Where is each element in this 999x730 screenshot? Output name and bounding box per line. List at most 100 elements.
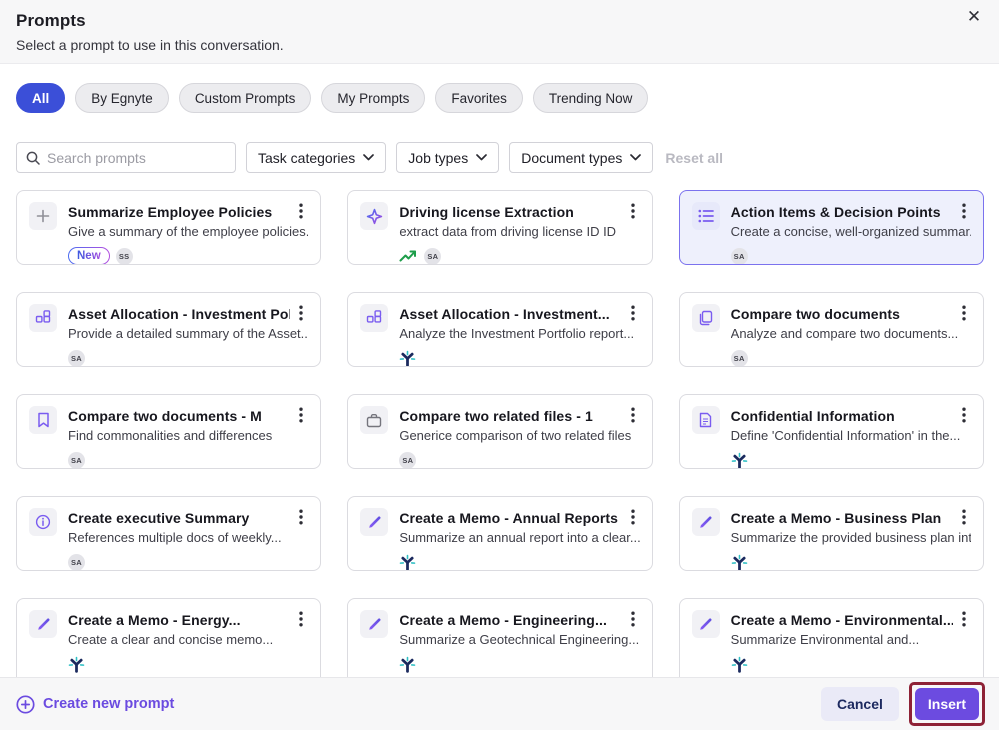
pencil-icon	[360, 610, 388, 638]
owner-initials-badge: SA	[731, 248, 748, 265]
info-icon	[29, 508, 57, 536]
kebab-menu-icon[interactable]	[294, 610, 308, 628]
egnyte-logo-icon	[731, 452, 748, 469]
reset-all-button[interactable]: Reset all	[665, 150, 723, 166]
prompt-description: Find commonalities and differences	[68, 428, 308, 443]
kebab-menu-icon[interactable]	[957, 406, 971, 424]
search-icon	[26, 151, 40, 165]
filter-pill-group: All By Egnyte Custom Prompts My Prompts Favo…	[16, 83, 983, 113]
chevron-down-icon	[363, 154, 374, 161]
prompt-badges: NewSS	[68, 247, 308, 265]
plus-icon	[29, 202, 57, 230]
prompt-card[interactable]: Create a Memo - Engineering... Summarize…	[347, 598, 652, 677]
action-highlight-box: Insert	[909, 682, 985, 726]
filter-pill-custom-prompts[interactable]: Custom Prompts	[179, 83, 312, 113]
prompt-card[interactable]: Driving license Extraction extract data …	[347, 190, 652, 265]
document-icon	[692, 406, 720, 434]
kebab-menu-icon[interactable]	[957, 304, 971, 322]
prompt-card[interactable]: Confidential Information Define 'Confide…	[679, 394, 984, 469]
prompt-badges	[731, 451, 971, 469]
prompt-card[interactable]: Create a Memo - Environmental... Summari…	[679, 598, 984, 677]
prompt-card[interactable]: Compare two related files - 1 Generice c…	[347, 394, 652, 469]
filter-pill-my-prompts[interactable]: My Prompts	[321, 83, 425, 113]
filter-pill-trending-now[interactable]: Trending Now	[533, 83, 649, 113]
filter-pill-favorites[interactable]: Favorites	[435, 83, 523, 113]
owner-initials-badge: SA	[68, 350, 85, 367]
job-types-dropdown[interactable]: Job types	[396, 142, 499, 173]
trending-up-icon	[399, 249, 418, 263]
modal-header: Prompts Select a prompt to use in this c…	[0, 0, 999, 64]
prompt-title: Create a Memo - Engineering...	[399, 610, 621, 628]
chevron-down-icon	[630, 154, 641, 161]
prompt-title: Compare two related files - 1	[399, 406, 621, 424]
prompt-card[interactable]: Summarize Employee Policies Give a summa…	[16, 190, 321, 265]
task-categories-dropdown[interactable]: Task categories	[246, 142, 386, 173]
prompt-description: Create a concise, well-organized summar.…	[731, 224, 971, 239]
kebab-menu-icon[interactable]	[294, 508, 308, 526]
page-title: Prompts	[16, 11, 983, 31]
kebab-menu-icon[interactable]	[294, 202, 308, 220]
prompt-badges: SA	[68, 349, 308, 367]
prompt-card[interactable]: Create executive Summary References mult…	[16, 496, 321, 571]
create-new-prompt-button[interactable]: Create new prompt	[16, 695, 174, 714]
prompt-title: Create a Memo - Environmental...	[731, 610, 953, 628]
new-badge: New	[68, 247, 110, 265]
prompt-title: Confidential Information	[731, 406, 953, 424]
prompt-badges: SA	[731, 247, 971, 265]
prompt-card[interactable]: Compare two documents Analyze and compar…	[679, 292, 984, 367]
chevron-down-icon	[476, 154, 487, 161]
filter-pill-by-egnyte[interactable]: By Egnyte	[75, 83, 169, 113]
prompt-card[interactable]: Compare two documents - M Find commonali…	[16, 394, 321, 469]
pencil-icon	[692, 508, 720, 536]
prompt-description: References multiple docs of weekly...	[68, 530, 308, 545]
prompt-card-grid: Summarize Employee Policies Give a summa…	[16, 190, 984, 677]
kebab-menu-icon[interactable]	[294, 406, 308, 424]
egnyte-logo-icon	[399, 656, 416, 673]
egnyte-logo-icon	[399, 554, 416, 571]
kebab-menu-icon[interactable]	[626, 304, 640, 322]
prompt-title: Action Items & Decision Points	[731, 202, 953, 220]
prompt-grid-viewport: Summarize Employee Policies Give a summa…	[16, 190, 984, 677]
briefcase-icon	[360, 406, 388, 434]
insert-button[interactable]: Insert	[915, 688, 979, 720]
prompt-card[interactable]: Create a Memo - Energy... Create a clear…	[16, 598, 321, 677]
page-subtitle: Select a prompt to use in this conversat…	[16, 37, 983, 53]
prompt-description: Generice comparison of two related files	[399, 428, 639, 443]
kebab-menu-icon[interactable]	[957, 508, 971, 526]
prompt-title: Compare two documents	[731, 304, 953, 322]
prompt-card[interactable]: Create a Memo - Business Plan Summarize …	[679, 496, 984, 571]
prompt-badges: SA	[399, 451, 639, 469]
prompt-badges: SA	[731, 349, 971, 367]
close-icon[interactable]: ✕	[962, 5, 986, 29]
kebab-menu-icon[interactable]	[294, 304, 308, 322]
prompt-title: Asset Allocation - Investment Poli...	[68, 304, 290, 322]
cancel-button[interactable]: Cancel	[821, 687, 899, 721]
search-input[interactable]	[47, 150, 228, 166]
kebab-menu-icon[interactable]	[626, 406, 640, 424]
document-types-dropdown[interactable]: Document types	[509, 142, 653, 173]
prompt-description: Summarize an annual report into a clear.…	[399, 530, 639, 545]
prompt-badges	[731, 553, 971, 571]
owner-initials-badge: SA	[68, 554, 85, 571]
prompt-title: Driving license Extraction	[399, 202, 621, 220]
filter-pill-all[interactable]: All	[16, 83, 65, 113]
kebab-menu-icon[interactable]	[957, 202, 971, 220]
kebab-menu-icon[interactable]	[957, 610, 971, 628]
bookmark-icon	[29, 406, 57, 434]
prompt-description: Analyze the Investment Portfolio report.…	[399, 326, 639, 341]
prompt-card[interactable]: Asset Allocation - Investment... Analyze…	[347, 292, 652, 367]
kebab-menu-icon[interactable]	[626, 202, 640, 220]
prompt-description: Define 'Confidential Information' in the…	[731, 428, 971, 443]
blocks-icon	[360, 304, 388, 332]
prompt-badges	[68, 655, 308, 673]
prompt-badges: SA	[68, 451, 308, 469]
kebab-menu-icon[interactable]	[626, 610, 640, 628]
prompt-description: Analyze and compare two documents...	[731, 326, 971, 341]
list-icon	[692, 202, 720, 230]
prompt-card[interactable]: Action Items & Decision Points Create a …	[679, 190, 984, 265]
prompt-card[interactable]: Asset Allocation - Investment Poli... Pr…	[16, 292, 321, 367]
prompt-title: Create a Memo - Annual Reports	[399, 508, 621, 526]
prompt-card[interactable]: Create a Memo - Annual Reports Summarize…	[347, 496, 652, 571]
prompt-badges	[399, 349, 639, 367]
kebab-menu-icon[interactable]	[626, 508, 640, 526]
